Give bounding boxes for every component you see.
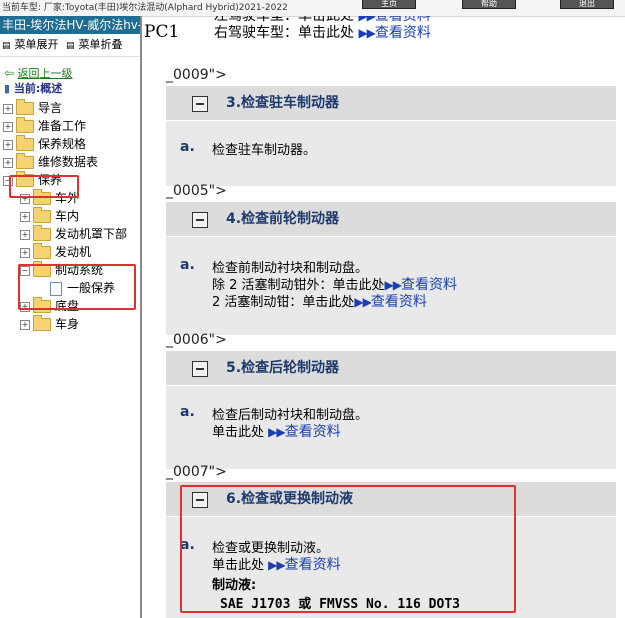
collapse-icon[interactable] — [192, 96, 208, 112]
folder-icon — [33, 243, 51, 259]
folder-icon — [33, 207, 51, 223]
menu-expand-button[interactable]: ▤ 菜单展开 — [2, 34, 59, 57]
menu-collapse-button[interactable]: ▤ 菜单折叠 — [66, 34, 123, 57]
right-drive-link[interactable]: 查看资料 — [375, 25, 431, 41]
tree-item-data[interactable]: + 维修数据表 — [0, 153, 140, 171]
section-front-brake: 4.检查前轮制动器 a. 检查前制动衬块和制动盘。 除 2 活塞制动钳外：单击此… — [166, 202, 616, 335]
home-button[interactable]: 主页 — [362, 0, 416, 9]
expand-plus-icon[interactable]: + — [20, 319, 30, 330]
section-tag: _0007"> — [166, 464, 227, 480]
folder-icon — [16, 99, 34, 115]
step-letter: a. — [180, 139, 195, 155]
tree-item-engine[interactable]: + 发动机 — [0, 243, 140, 261]
tree-item-interior[interactable]: + 车内 — [0, 207, 140, 225]
back-link[interactable]: 返回上一级 — [18, 67, 73, 80]
step-link-line: 2 活塞制动钳：单击此处▶▶查看资料 — [212, 294, 427, 310]
back-arrow-icon: ⇦ — [4, 66, 15, 80]
menu-row: ▤ 菜单展开 ▤ 菜单折叠 — [0, 34, 140, 57]
right-drive-line: 右驾驶车型：单击此处 ▶▶查看资料 — [214, 25, 431, 41]
folder-icon — [16, 153, 34, 169]
view-data-link[interactable]: 查看资料 — [371, 294, 427, 310]
person-icon: ▮ — [4, 82, 11, 95]
section-rear-brake: 5.检查后轮制动器 a. 检查后制动衬块和制动盘。 单击此处 ▶▶查看资料 — [166, 351, 616, 469]
sidebar: 丰田-埃尔法HV-威尔法hv-2 ▤ 菜单展开 ▤ 菜单折叠 ⇦ 返回上一级 ▮ 当… — [0, 16, 140, 618]
back-link-row[interactable]: ⇦ 返回上一级 — [0, 65, 140, 81]
tree-item-intro[interactable]: + 导言 — [0, 99, 140, 117]
vehicle-info: 当前车型: 厂家:Toyota(丰田)埃尔法混动(Alphard Hybrid)… — [2, 3, 288, 13]
current-location: ▮ 当前:概述 — [4, 82, 63, 95]
sidebar-title: 丰田-埃尔法HV-威尔法hv-2 — [0, 16, 140, 34]
section-header[interactable]: 4.检查前轮制动器 — [166, 202, 616, 237]
left-drive-line: 左驾驶车型：单击此处 ▶▶查看资料 — [214, 16, 431, 25]
left-drive-link[interactable]: 查看资料 — [375, 16, 431, 24]
step-text: 检查驻车制动器。 — [212, 143, 317, 158]
expand-icon: ▤ — [2, 41, 11, 51]
tree-item-under-hood[interactable]: + 发动机罩下部 — [0, 225, 140, 243]
help-button[interactable]: 帮助 — [462, 0, 516, 9]
drive-type-links: 左驾驶车型：单击此处 ▶▶查看资料 右驾驶车型：单击此处 ▶▶查看资料 — [214, 16, 431, 42]
step-letter: a. — [180, 404, 195, 420]
collapse-icon[interactable] — [192, 212, 208, 228]
collapse-icon[interactable] — [192, 361, 208, 377]
collapse-icon: ▤ — [66, 41, 75, 51]
folder-icon — [33, 225, 51, 241]
step-letter: a. — [180, 257, 195, 273]
section-header[interactable]: 3.检查驻车制动器 — [166, 86, 616, 121]
highlight-box-maintenance — [9, 175, 79, 198]
tree-item-spec[interactable]: + 保养规格 — [0, 135, 140, 153]
pc1-label: PC1 — [144, 22, 180, 42]
expand-plus-icon[interactable]: + — [20, 229, 30, 240]
expand-plus-icon[interactable]: + — [3, 121, 13, 132]
section-tag: _0005"> — [166, 183, 227, 199]
section-parking-brake: 3.检查驻车制动器 a. 检查驻车制动器。 — [166, 86, 616, 186]
exit-button[interactable]: 退出 — [560, 0, 614, 9]
tree-item-prep[interactable]: + 准备工作 — [0, 117, 140, 135]
section-header[interactable]: 5.检查后轮制动器 — [166, 351, 616, 386]
folder-icon — [16, 135, 34, 151]
view-data-link[interactable]: 查看资料 — [285, 424, 341, 440]
highlight-box-brake-fluid — [180, 485, 516, 613]
folder-icon — [33, 315, 51, 331]
expand-plus-icon[interactable]: + — [3, 103, 13, 114]
section-tag: _0006"> — [166, 332, 227, 348]
expand-plus-icon[interactable]: + — [3, 139, 13, 150]
top-bar: 当前车型: 厂家:Toyota(丰田)埃尔法混动(Alphard Hybrid)… — [0, 0, 625, 17]
folder-icon — [16, 117, 34, 133]
step-link-line: 单击此处 ▶▶查看资料 — [212, 424, 341, 440]
highlight-box-brake-system — [18, 264, 136, 310]
expand-plus-icon[interactable]: + — [3, 157, 13, 168]
expand-plus-icon[interactable]: + — [20, 247, 30, 258]
expand-plus-icon[interactable]: + — [20, 211, 30, 222]
main-content: 左驾驶车型：单击此处 ▶▶查看资料 右驾驶车型：单击此处 ▶▶查看资料 PC1 … — [140, 16, 625, 618]
section-tag: _0009"> — [166, 67, 227, 83]
tree-item-body[interactable]: + 车身 — [0, 315, 140, 333]
